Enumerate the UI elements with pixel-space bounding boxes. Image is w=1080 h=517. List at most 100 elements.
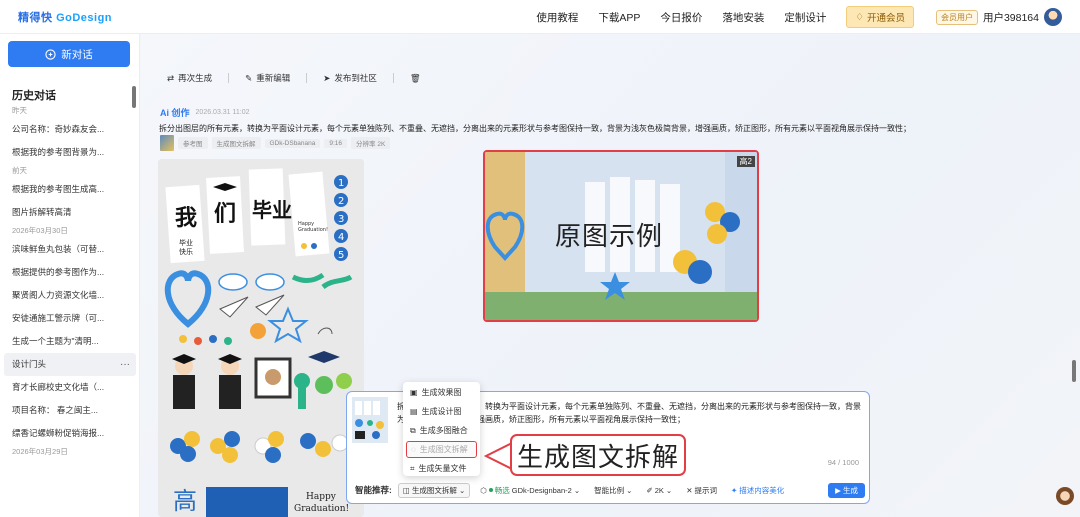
original-reference-image[interactable]: 原图示例 高2 [483, 150, 759, 322]
history-item[interactable]: 公司名称：奇妙森友会... [0, 118, 140, 141]
trash-icon: 🗑 [409, 72, 421, 83]
logo[interactable]: 精得快 GoDesign [18, 9, 112, 25]
vip-button[interactable]: ♢ 开通会员 [846, 6, 914, 28]
tag: 生成图文拆解 [211, 137, 261, 149]
history-item-label: 设计门头 [12, 359, 47, 369]
nav-custom-design[interactable]: 定制设计 [784, 10, 826, 25]
publish-button[interactable]: ➤ 发布到社区 [323, 72, 377, 84]
history-item[interactable]: 育才长廊校史文化墙（... [0, 376, 140, 399]
mode-label: 生成图文拆解 [411, 485, 457, 495]
re-edit-button[interactable]: ✎ 重新编辑 [245, 72, 290, 84]
menu-item-design[interactable]: ▤ 生成设计图 [403, 403, 480, 420]
tips-button[interactable]: ✕ 提示词 [682, 484, 721, 497]
regenerate-button[interactable]: ⇄ 再次生成 [167, 72, 212, 84]
nav-today-price[interactable]: 今日报价 [660, 10, 702, 25]
svg-text:1: 1 [338, 178, 344, 189]
reference-thumbnail[interactable] [160, 135, 174, 151]
history-item[interactable]: 项目名称： 春之闽主... [0, 399, 140, 422]
publish-label: 发布到社区 [334, 73, 377, 83]
smart-recommend-label: 智能推荐: [355, 485, 392, 495]
input-options-bar: 智能推荐: ◫ 生成图文拆解 ⌄ ⬡ 畅选 GDk-Designban-2 ⌄ 智能比例 ⌄… [355, 481, 865, 499]
menu-item-label: 生成多图融合 [419, 426, 468, 435]
char-card: 们 [206, 176, 244, 254]
model-label: GDk-Designban-2 [511, 485, 572, 495]
history-item[interactable]: 聚贤阁人力资源文化墙... [0, 284, 140, 307]
history-item[interactable]: 安徒通施工警示牌（可... [0, 307, 140, 330]
history-item[interactable]: 根据我的参考图背景为... [0, 141, 140, 164]
history-item[interactable]: 根据我的参考图生成高... [0, 178, 140, 201]
svg-text:高: 高 [173, 487, 197, 515]
history-item[interactable]: 图片拆解转高清 [0, 201, 140, 224]
tag: 9:16 [324, 138, 348, 148]
new-chat-label: 新对话 [61, 48, 93, 61]
divider [306, 73, 308, 83]
history-item[interactable]: 生成一个主题为"清明... [0, 330, 140, 353]
vector-icon: ⌗ [410, 464, 415, 473]
history-item-active[interactable]: 设计门头 ··· [4, 353, 136, 376]
new-chat-button[interactable]: 新对话 [8, 41, 130, 67]
regenerate-label: 再次生成 [178, 73, 213, 83]
tag: 参考图 [178, 137, 208, 149]
divider [228, 73, 230, 83]
ai-label: 创作 [171, 108, 190, 118]
message-header: Ai 创作 2026.03.31 11:02 [160, 106, 250, 119]
history-group-label: 2026年03月30日 [12, 226, 68, 235]
avatar[interactable] [1044, 8, 1062, 26]
chevron-down-icon: ⌄ [626, 485, 633, 495]
attached-thumbnail[interactable] [352, 397, 388, 443]
send-icon: ➤ [323, 72, 331, 83]
generate-button[interactable]: ▶ 生成 [828, 482, 865, 498]
timestamp: 2026.03.31 11:02 [195, 109, 250, 116]
menu-item-effect[interactable]: ▣ 生成效果图 [403, 384, 480, 401]
history-item[interactable]: 滨味鲜鱼丸包装（可替... [0, 238, 140, 261]
svg-text:快乐: 快乐 [179, 247, 193, 256]
ai-badge: Ai 创作 [160, 108, 190, 118]
vip-label: 开通会员 [866, 13, 905, 24]
history-item[interactable]: 缥香记螺蛳粉促销海报... [0, 422, 140, 445]
more-icon[interactable]: ··· [120, 353, 130, 376]
mode-select[interactable]: ◫ 生成图文拆解 ⌄ [397, 482, 471, 498]
menu-item-label: 生成矢量文件 [418, 464, 467, 473]
assistant-avatar[interactable] [1056, 487, 1074, 505]
resolution-label: 2K [654, 485, 664, 495]
ratio-select[interactable]: 智能比例 ⌄ [590, 484, 636, 497]
top-bar: 精得快 GoDesign 使用教程 下载APP 今日报价 落地安装 定制设计 ♢… [0, 0, 1080, 34]
callout-annotation: 生成图文拆解 [510, 434, 686, 476]
svg-text:毕业: 毕业 [179, 238, 193, 247]
resolution-select[interactable]: ✐ 2K ⌄ [642, 485, 676, 496]
svg-text:Graduation!: Graduation! [294, 504, 349, 514]
menu-item-fusion[interactable]: ⧉ 生成多图融合 [403, 422, 480, 439]
nav-tutorial[interactable]: 使用教程 [536, 10, 578, 25]
svg-text:我: 我 [175, 206, 197, 231]
history-list: 昨天 公司名称：奇妙森友会... 根据我的参考图背景为... 前天 根据我的参考… [0, 104, 140, 459]
main-scrollbar[interactable] [1072, 360, 1076, 382]
history-item[interactable]: 根据提供的参考图作为... [0, 261, 140, 284]
svg-text:们: 们 [214, 202, 236, 227]
tag: GDk-DSbanana [264, 138, 321, 148]
char-card: 我毕业快乐 [165, 184, 205, 264]
re-edit-label: 重新编辑 [256, 73, 291, 83]
char-counter: 94 / 1000 [827, 458, 859, 467]
svg-text:4: 4 [338, 232, 344, 243]
menu-item-split[interactable]: ◌ 生成图文拆解 [406, 441, 477, 458]
history-group-label: 昨天 [12, 106, 27, 115]
ratio-label: 智能比例 [594, 485, 625, 495]
pencil-icon: ✎ [245, 72, 253, 83]
chevron-down-icon: ⌄ [573, 485, 581, 495]
nav-installation[interactable]: 落地安装 [722, 10, 764, 25]
mode-dropdown-menu: ▣ 生成效果图 ▤ 生成设计图 ⧉ 生成多图融合 ◌ 生成图文拆解 ⌗ 生成矢量文件 [403, 382, 480, 476]
generated-image[interactable]: 我毕业快乐 们 毕业 HappyGraduation! 1 2 3 4 5 [158, 159, 364, 517]
username[interactable]: 用户398164 [983, 10, 1039, 25]
menu-item-vector[interactable]: ⌗ 生成矢量文件 [403, 460, 480, 477]
menu-item-label: 生成效果图 [421, 388, 462, 397]
tips-label: 提示词 [694, 485, 718, 495]
svg-text:Graduation!: Graduation! [298, 227, 328, 233]
nav-download-app[interactable]: 下载APP [598, 10, 640, 25]
delete-button[interactable]: 🗑 [410, 73, 421, 84]
model-select[interactable]: ⬡ 畅选 GDk-Designban-2 ⌄ [476, 484, 584, 497]
original-corner-label: 高2 [736, 156, 755, 167]
svg-text:毕业: 毕业 [252, 198, 292, 222]
describe-button[interactable]: ✦ 描述内容美化 [727, 484, 788, 497]
merge-icon: ⧉ [410, 426, 416, 435]
message-toolbar: ⇄ 再次生成 ✎ 重新编辑 ➤ 发布到社区 🗑 [167, 72, 421, 84]
